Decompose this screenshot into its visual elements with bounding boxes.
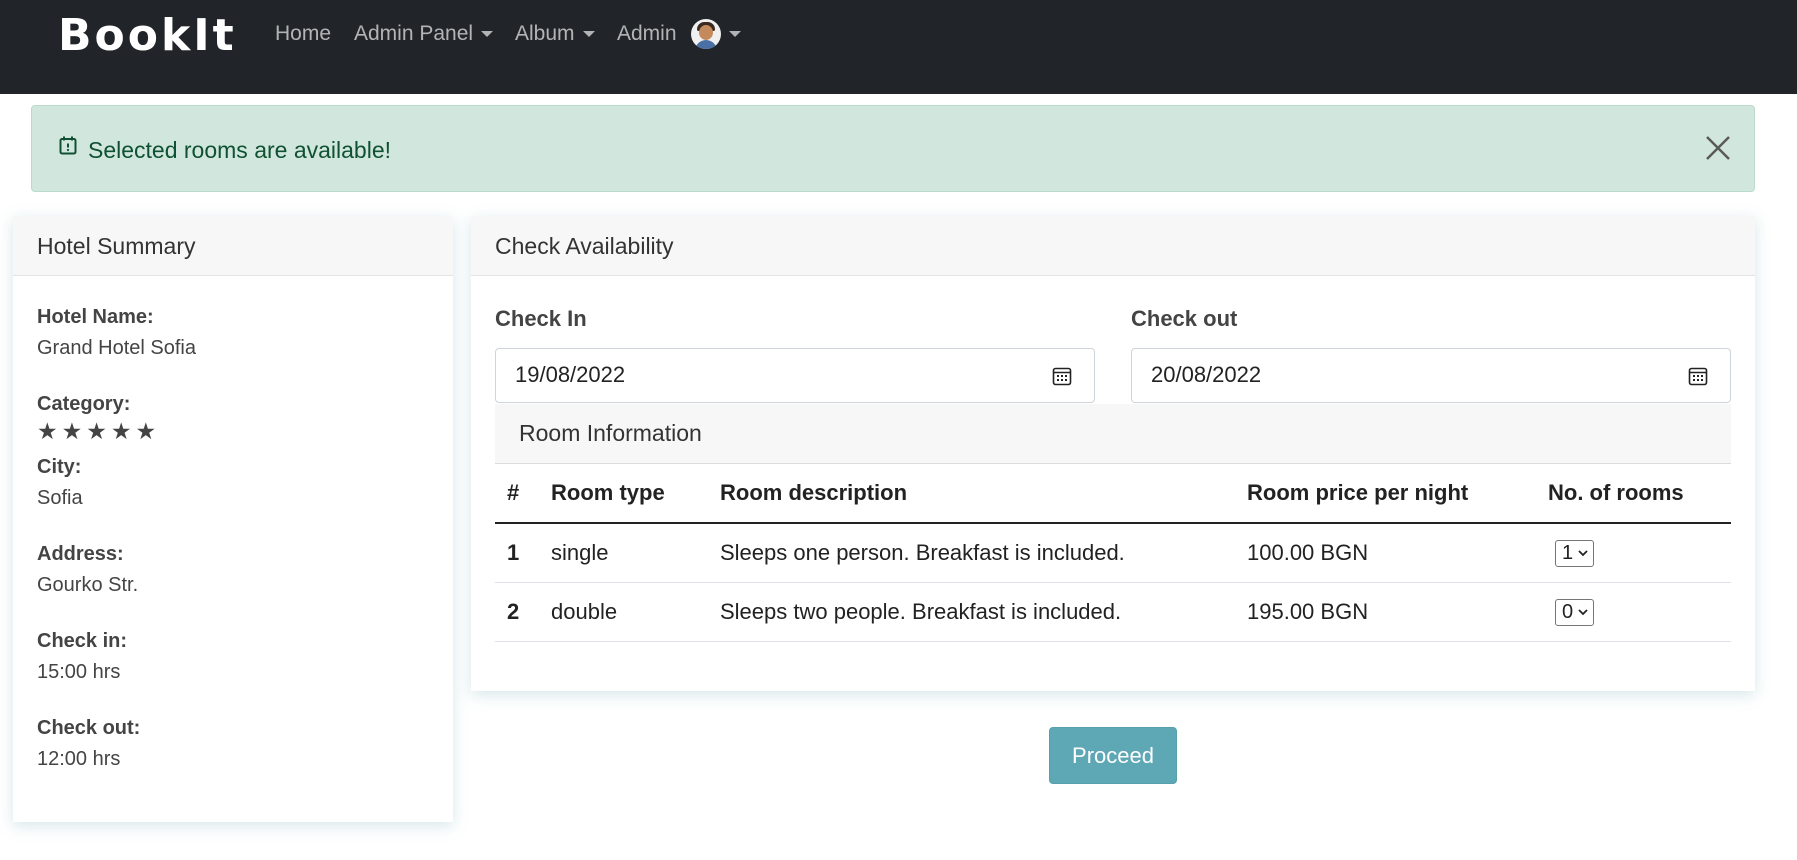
caret-down-icon <box>582 31 595 37</box>
caret-down-icon <box>728 31 741 37</box>
check-availability-title: Check Availability <box>471 216 1755 276</box>
hotel-summary-title: Hotel Summary <box>13 216 453 276</box>
check-out-date-value: 20/08/2022 <box>1151 362 1262 387</box>
city-value: Sofia <box>37 487 83 509</box>
star-icon: ★ <box>61 419 83 445</box>
brand-logo[interactable]: BookIt <box>58 10 237 61</box>
row-number: 1 <box>495 523 539 583</box>
col-header-number: # <box>495 464 539 524</box>
nav-album-label: Album <box>515 22 575 45</box>
room-price: 100.00 BGN <box>1235 523 1536 583</box>
room-qty-cell: 1 <box>1536 523 1731 583</box>
chevron-down-icon <box>1578 609 1588 616</box>
room-information-title: Room Information <box>495 404 1731 464</box>
address-value: Gourko Str. <box>37 574 139 596</box>
calendar-icon[interactable] <box>1688 366 1708 386</box>
hotel-name-label: Hotel Name: <box>37 306 154 328</box>
room-qty-value: 1 <box>1562 541 1574 564</box>
navbar: BookIt Home Admin Panel Album Admin <box>0 0 1797 94</box>
checkin-time-value: 15:00 hrs <box>37 661 121 683</box>
check-in-label: Check In <box>495 306 587 331</box>
category-label: Category: <box>37 393 131 415</box>
col-header-room-type: Room type <box>539 464 708 524</box>
check-availability-card: Check Availability Check In 19/08/2022 C… <box>471 216 1755 691</box>
user-avatar-icon <box>690 19 721 49</box>
table-header-row: # Room type Room description Room price … <box>495 464 1731 524</box>
room-qty-select[interactable]: 0 <box>1555 598 1595 626</box>
success-alert: Selected rooms are available! <box>31 105 1755 192</box>
hotel-name-value: Grand Hotel Sofia <box>37 337 196 359</box>
alert-message: Selected rooms are available! <box>88 137 391 163</box>
checkout-time-label: Check out: <box>37 717 141 739</box>
table-row: 2 double Sleeps two people. Breakfast is… <box>495 582 1731 642</box>
room-qty-cell: 0 <box>1536 582 1731 642</box>
calendar-icon[interactable] <box>1052 366 1072 386</box>
city-label: City: <box>37 456 82 478</box>
check-out-date-input[interactable]: 20/08/2022 <box>1131 348 1731 403</box>
room-description: Sleeps two people. Breakfast is included… <box>708 582 1235 642</box>
star-icon: ★ <box>110 419 132 445</box>
nav-album-dropdown[interactable]: Album <box>515 22 595 46</box>
col-header-room-price: Room price per night <box>1235 464 1536 524</box>
chevron-down-icon <box>1578 550 1588 557</box>
nav-user-dropdown[interactable]: Admin <box>617 19 741 49</box>
category-stars: ★ ★ ★ ★ ★ <box>37 421 156 444</box>
nav-home-link[interactable]: Home <box>275 22 331 46</box>
nav-user-label: Admin <box>617 22 677 45</box>
room-type: single <box>539 523 708 583</box>
close-icon[interactable] <box>1704 134 1732 162</box>
star-icon: ★ <box>86 419 107 445</box>
checkin-time-label: Check in: <box>37 630 128 652</box>
star-icon: ★ <box>37 419 58 445</box>
star-icon: ★ <box>135 419 157 445</box>
room-description: Sleeps one person. Breakfast is included… <box>708 523 1235 583</box>
caret-down-icon <box>481 31 494 37</box>
address-label: Address: <box>37 543 124 565</box>
table-row: 1 single Sleeps one person. Breakfast is… <box>495 523 1731 583</box>
col-header-room-description: Room description <box>708 464 1235 524</box>
proceed-button[interactable]: Proceed <box>1049 727 1177 784</box>
nav-home-label: Home <box>275 22 332 45</box>
calendar-check-icon <box>59 136 77 155</box>
room-type: double <box>539 582 708 642</box>
room-price: 195.00 BGN <box>1235 582 1536 642</box>
nav-admin-panel-label: Admin Panel <box>354 22 474 45</box>
check-out-label: Check out <box>1131 306 1238 331</box>
row-number: 2 <box>495 582 539 642</box>
hotel-summary-card: Hotel Summary Hotel Name: Grand Hotel So… <box>13 216 453 822</box>
room-qty-value: 0 <box>1562 600 1574 623</box>
check-in-date-input[interactable]: 19/08/2022 <box>495 348 1095 403</box>
col-header-no-of-rooms: No. of rooms <box>1536 464 1731 524</box>
check-in-date-value: 19/08/2022 <box>515 362 626 387</box>
room-qty-select[interactable]: 1 <box>1555 539 1595 567</box>
rooms-table: # Room type Room description Room price … <box>495 464 1731 642</box>
checkout-time-value: 12:00 hrs <box>37 748 121 770</box>
nav-admin-panel-dropdown[interactable]: Admin Panel <box>354 22 494 46</box>
